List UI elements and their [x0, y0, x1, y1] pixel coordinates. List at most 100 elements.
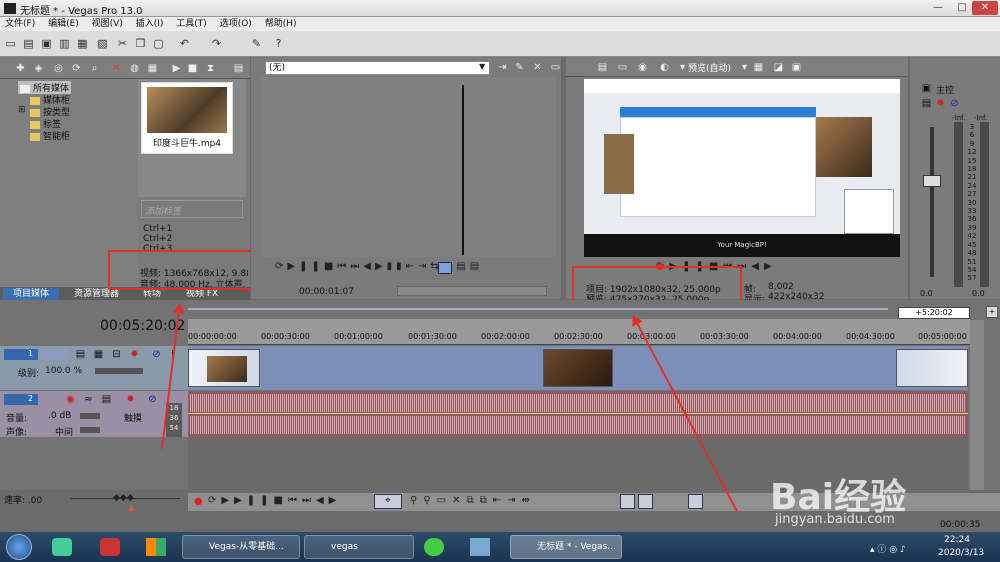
trimmer-dropdown[interactable]: (无) [265, 61, 490, 75]
tab-project-media[interactable]: 项目媒体 [3, 288, 60, 300]
stop-icon[interactable]: ■ [186, 62, 199, 75]
app-pinned-icon[interactable] [100, 538, 120, 556]
video-track-header[interactable]: 1 ▤ ▦ ⊟ ✹ ⊘ ! 级别: 100.0 % [0, 346, 188, 390]
trimmer-scrollbar[interactable] [397, 286, 547, 296]
properties-icon[interactable]: ▤ [596, 61, 609, 74]
paste-icon[interactable]: ▢ [152, 37, 165, 50]
media-thumbnail[interactable]: 印度斗巨牛.mp4 [141, 82, 233, 154]
save-icon[interactable]: ▣ [40, 37, 53, 50]
trimmer-transport[interactable]: ⟳▶❚❚■⏮⏭◀▶▮▮⇤⇥⇆▤▤▤ [275, 261, 547, 275]
taskbar-item-browser[interactable]: Vegas-从零基础... [182, 535, 300, 559]
record-arm-icon[interactable]: ◉ [64, 393, 77, 406]
master-fader[interactable] [923, 175, 941, 187]
effects-icon[interactable]: ◍ [128, 62, 141, 75]
close-button[interactable]: ✕ [972, 1, 998, 15]
menu-tools[interactable]: 工具(T) [171, 17, 212, 31]
cut-icon[interactable]: ✂ [116, 37, 129, 50]
menu-file[interactable]: 文件(F) [0, 17, 40, 31]
mute-icon[interactable]: ⊘ [146, 393, 159, 406]
views-icon[interactable]: ▤ [232, 62, 245, 75]
automation-mode[interactable]: 触摸 [124, 411, 142, 424]
selection-bar[interactable] [188, 308, 888, 310]
trim-icon[interactable]: ⇥ [496, 61, 509, 74]
level-slider[interactable] [95, 368, 143, 374]
brush-icon[interactable]: ✎ [250, 37, 263, 50]
menu-help[interactable]: 帮助(H) [260, 17, 302, 31]
clear-icon[interactable]: ✕ [531, 61, 544, 74]
start-button[interactable] [6, 534, 32, 560]
volume-slider[interactable] [80, 413, 100, 419]
video-event-thumb[interactable] [188, 349, 260, 387]
pan-slider[interactable] [80, 427, 100, 433]
wechat-icon[interactable] [424, 538, 444, 556]
copy-icon[interactable]: ❐ [134, 37, 147, 50]
maximize-button[interactable]: □ [950, 1, 974, 15]
app-pinned-icon[interactable] [146, 538, 166, 556]
lock-icon[interactable] [688, 494, 703, 509]
fx-icon[interactable]: ▤ [920, 97, 933, 110]
refresh-icon[interactable]: ⟳ [70, 62, 83, 75]
import-icon[interactable]: ✚ [14, 62, 27, 75]
extract-icon[interactable]: ◎ [52, 62, 65, 75]
undo-icon[interactable]: ↶ [178, 37, 191, 50]
mute-icon[interactable]: ⊘ [150, 348, 163, 361]
timeline-vscroll[interactable] [970, 320, 984, 490]
chevron-down-icon[interactable]: ▼ [479, 62, 485, 71]
gear-icon[interactable]: ✹ [124, 393, 137, 406]
trimmer-loop-icon[interactable] [438, 262, 452, 274]
save-snapshot-icon[interactable]: ▣ [790, 61, 803, 74]
open-icon[interactable]: ▤ [22, 37, 35, 50]
composite-icon[interactable]: ▦ [92, 348, 105, 361]
tree-item-smart-bins[interactable]: 智能柜 [30, 129, 70, 142]
save-as-icon[interactable]: ▥ [58, 37, 71, 50]
video-event-thumb[interactable] [896, 349, 968, 387]
audio-track-lane[interactable] [188, 391, 968, 437]
tag-input[interactable]: 添加标签 [141, 200, 243, 218]
properties-icon[interactable]: ▧ [96, 37, 109, 50]
edit-tool-icon[interactable]: ⌖ [374, 494, 402, 509]
video-event-thumb[interactable] [543, 349, 613, 387]
redo-icon[interactable]: ↷ [210, 37, 223, 50]
expand-icon[interactable]: ⊞ [18, 105, 26, 115]
taskbar-item-folder[interactable]: vegas [304, 535, 414, 559]
auto-ripple-icon[interactable] [638, 494, 653, 509]
pin-icon[interactable]: ✎ [513, 61, 526, 74]
trimmer-view[interactable] [261, 77, 556, 257]
snap-icon[interactable] [620, 494, 635, 509]
capture-icon[interactable]: ◈ [32, 62, 45, 75]
motion-icon[interactable]: ⊟ [110, 348, 123, 361]
fx-icon[interactable]: ▤ [74, 348, 87, 361]
snapshot-icon[interactable]: ◪ [772, 61, 785, 74]
menu-edit[interactable]: 编辑(E) [43, 17, 84, 31]
split-screen-icon[interactable]: ◐ [658, 61, 671, 74]
app-pinned-icon[interactable] [470, 538, 490, 556]
zoom-icon[interactable]: + [986, 306, 998, 318]
tray-icons[interactable]: ▴ ⓘ ◎ ♪ [870, 542, 906, 555]
overlay-icon[interactable]: ▦ [752, 61, 765, 74]
phase-icon[interactable]: ≈ [82, 393, 95, 406]
time-ruler[interactable]: 00:00:00:00 00:00:30:00 00:01:00:00 00:0… [188, 319, 970, 345]
auto-preview-icon[interactable]: ⧗ [204, 62, 217, 75]
edit-tools[interactable]: ⚲⚲▭✕⧉⧉⇤⇥⇹ [410, 495, 536, 506]
taskbar-item-vegas[interactable]: 无标题 * - Vegas... [510, 535, 622, 559]
preview-screen[interactable]: Your MagicBP! [584, 79, 900, 257]
transport-buttons[interactable]: ⟳▶▶❚❚■⏮⏭◀▶ [208, 495, 341, 506]
fx-icon[interactable]: ▤ [100, 393, 113, 406]
menu-view[interactable]: 视图(V) [87, 17, 128, 31]
chevron-down-icon[interactable]: ▾ [738, 61, 751, 74]
gear-icon[interactable]: ✹ [128, 348, 141, 361]
app-pinned-icon[interactable] [52, 538, 72, 556]
fx-icon[interactable]: ◉ [636, 61, 649, 74]
menu-options[interactable]: 选项(O) [215, 17, 257, 31]
preview-quality[interactable]: 预览(自动) [688, 61, 731, 74]
external-monitor-icon[interactable]: ▭ [616, 61, 629, 74]
minimize-button[interactable]: — [926, 1, 950, 15]
properties-icon[interactable]: ▦ [146, 62, 159, 75]
menu-insert[interactable]: 插入(I) [131, 17, 169, 31]
remove-icon[interactable]: ✕ [110, 62, 123, 75]
search-icon[interactable]: ⌕ [88, 62, 101, 75]
video-track-lane[interactable] [188, 346, 968, 390]
rate-handle-icon[interactable]: ◆◆◆ [113, 493, 134, 503]
audio-track-header[interactable]: 2 ◉ ≈ ▤ ✹ ⊘ 音量: .0 dB 触摸 声像: 中间 18 36 54 [0, 391, 188, 438]
play-icon[interactable]: ▶ [170, 62, 183, 75]
